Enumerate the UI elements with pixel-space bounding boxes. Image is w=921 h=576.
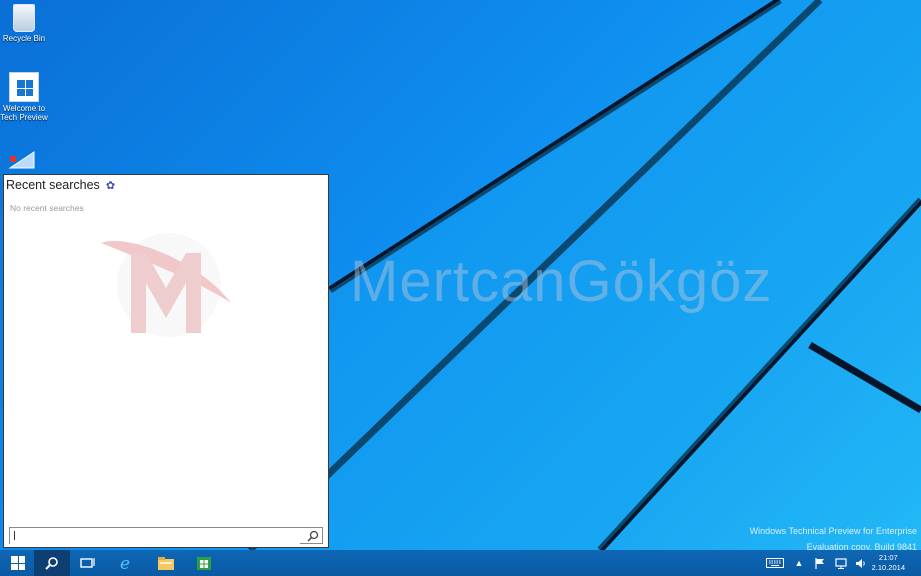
search-box[interactable] [9, 527, 323, 546]
store-button[interactable] [186, 550, 222, 576]
search-input[interactable] [10, 531, 300, 546]
chevron-up-icon: ▲ [794, 558, 804, 568]
store-icon [197, 557, 211, 570]
svg-text:e: e [120, 554, 130, 572]
keyboard-tray-button[interactable] [762, 550, 788, 576]
partial-desktop-icon[interactable] [6, 150, 38, 172]
start-button[interactable] [0, 550, 36, 576]
search-icon[interactable] [307, 530, 319, 542]
volume-icon [856, 558, 865, 568]
task-view-button[interactable] [70, 550, 106, 576]
no-recent-searches-text: No recent searches [10, 203, 84, 213]
search-panel-header: Recent searches ✿ [6, 178, 115, 192]
internet-explorer-icon: e [120, 554, 130, 572]
taskbar-clock[interactable]: 21:07 2.10.2014 [872, 553, 905, 573]
start-icon [11, 556, 25, 570]
watermark-logo [101, 233, 231, 337]
action-center-button[interactable] [812, 550, 828, 576]
flag-icon [815, 557, 824, 569]
search-icon [45, 557, 58, 570]
taskbar: e ▲ 21:07 2.10.2014 [0, 550, 921, 576]
clock-date: 2.10.2014 [871, 563, 905, 572]
keyboard-icon [766, 558, 784, 568]
welcome-label-line1: Welcome to [2, 104, 46, 113]
gear-icon[interactable]: ✿ [106, 179, 115, 192]
task-view-icon [80, 558, 95, 568]
watermark-text: MertcanGökgöz [350, 249, 773, 314]
recycle-bin-image [13, 4, 35, 32]
file-explorer-button[interactable] [148, 550, 184, 576]
build-info-line2: Evaluation copy. Build 9841 [806, 542, 917, 550]
partial-desktop-icon-image [8, 151, 35, 169]
windows-logo-icon [9, 72, 39, 102]
text-caret [14, 531, 15, 540]
welcome-tech-preview-icon[interactable]: Welcome to Tech Preview [0, 72, 48, 122]
search-taskbar-button[interactable] [34, 550, 70, 576]
recent-searches-title: Recent searches [6, 178, 100, 192]
volume-tray-button[interactable] [852, 550, 870, 576]
network-tray-button[interactable] [832, 550, 850, 576]
file-explorer-icon [158, 556, 174, 570]
internet-explorer-button[interactable]: e [108, 550, 144, 576]
build-info-line1: Windows Technical Preview for Enterprise [749, 526, 917, 536]
clock-time: 21:07 [878, 553, 898, 562]
welcome-label-line2: Tech Preview [0, 113, 48, 122]
network-icon [835, 557, 847, 569]
recycle-bin-icon[interactable]: Recycle Bin [0, 4, 48, 43]
build-info: Windows Technical Preview for Enterprise… [750, 523, 917, 550]
search-panel: Recent searches ✿ No recent searches [3, 174, 329, 548]
show-hidden-icons-button[interactable]: ▲ [792, 550, 806, 576]
recycle-bin-label: Recycle Bin [2, 34, 46, 43]
